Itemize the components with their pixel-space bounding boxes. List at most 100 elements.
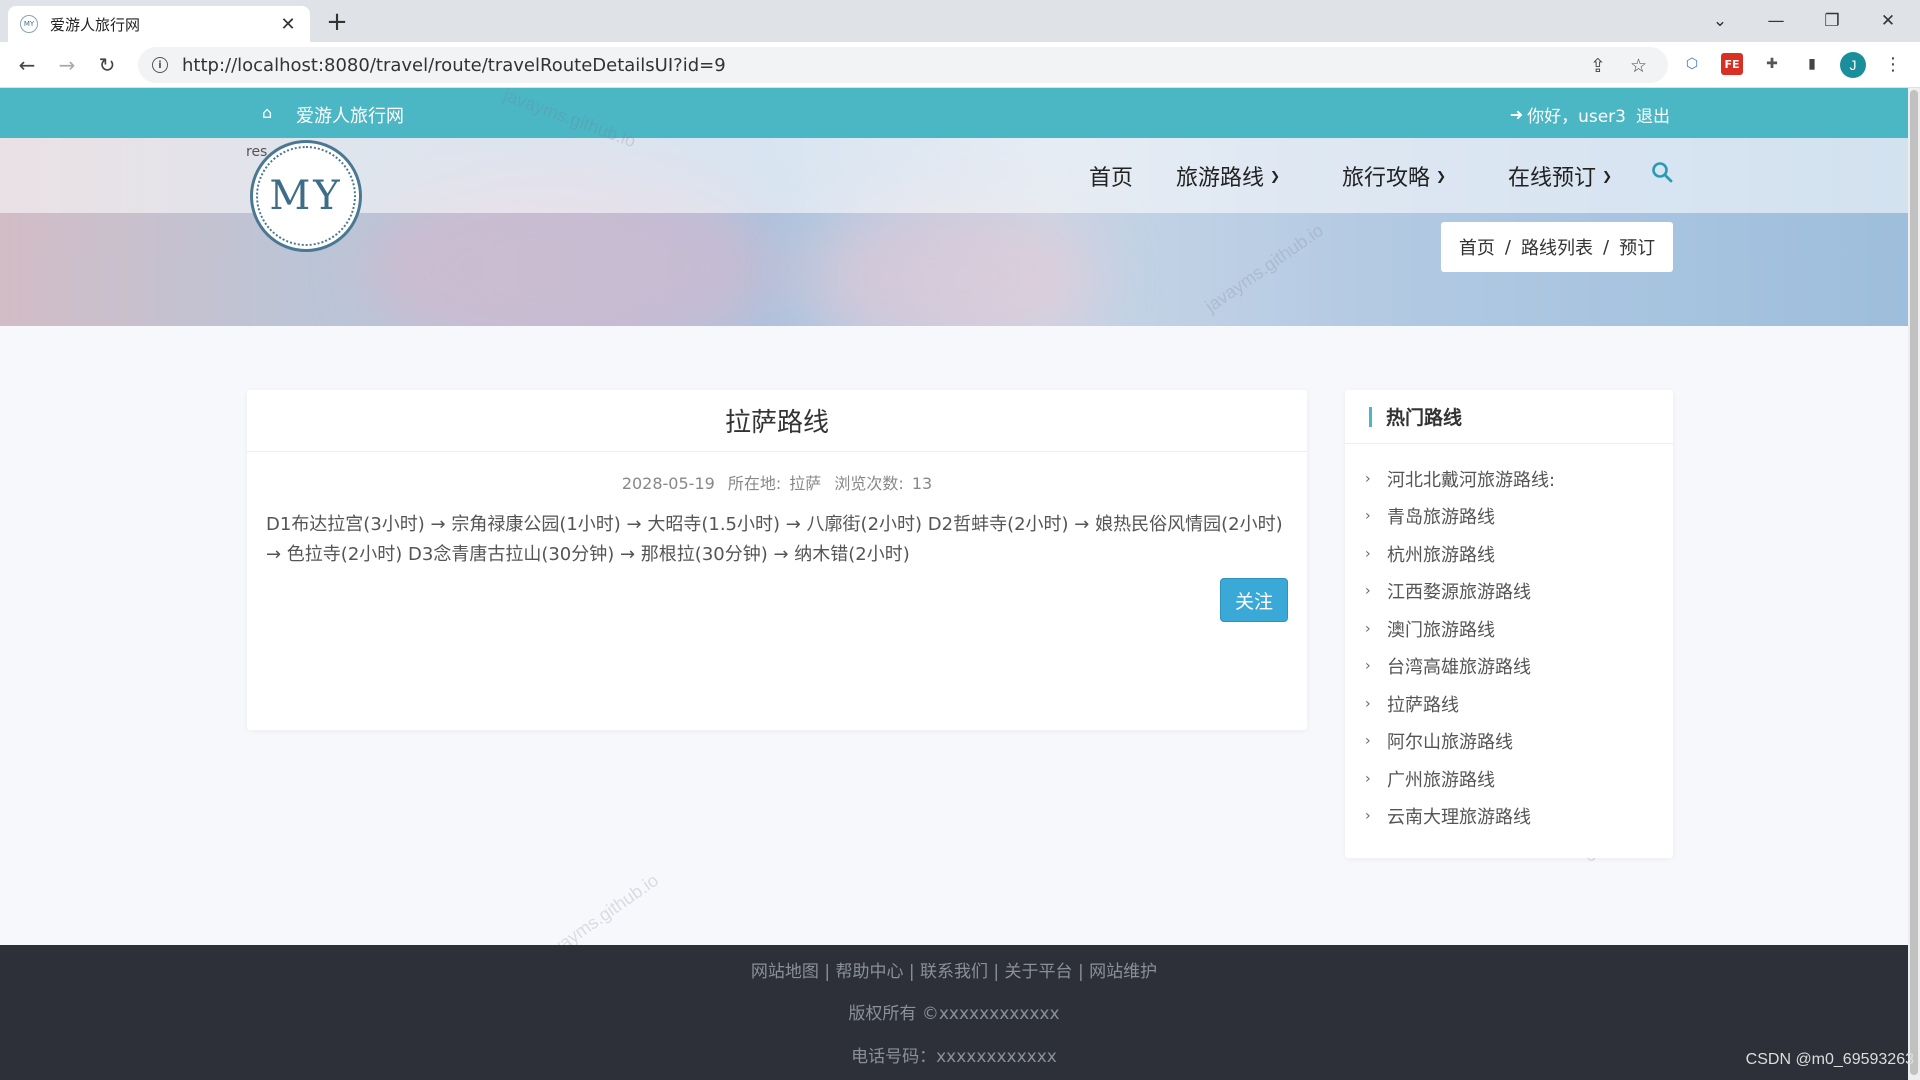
- profile-avatar[interactable]: J: [1840, 52, 1866, 78]
- browser-tabstrip: MY 爱游人旅行网 ✕ + ⌄ — ❐ ✕: [0, 0, 1920, 42]
- logout-link[interactable]: 退出: [1636, 102, 1670, 127]
- route-title: 拉萨路线: [247, 390, 1307, 452]
- hero-blur-shape: [800, 198, 1100, 326]
- footer-phone: 电话号码：xxxxxxxxxxxx: [851, 1047, 1057, 1067]
- route-views: 13: [911, 474, 933, 493]
- bookmark-star-icon[interactable]: ☆: [1630, 55, 1647, 77]
- footer-link-contact[interactable]: 联系我们: [920, 962, 988, 982]
- list-item[interactable]: › 台湾高雄旅游路线: [1345, 648, 1673, 686]
- location-label: 所在地:: [727, 474, 782, 493]
- breadcrumb-route-list[interactable]: 路线列表: [1521, 234, 1593, 260]
- forward-icon[interactable]: →: [52, 50, 82, 80]
- route-content: D1布达拉宫(3小时) → 宗角禄康公园(1小时) → 大昭寺(1.5小时) →…: [266, 514, 1283, 565]
- footer-separator: |: [1077, 962, 1084, 982]
- url-text: http://localhost:8080/travel/route/trave…: [182, 54, 726, 76]
- route-link[interactable]: 阿尔山旅游路线: [1387, 728, 1513, 754]
- minimize-icon[interactable]: —: [1748, 4, 1804, 38]
- nav-label: 旅游路线: [1176, 166, 1265, 191]
- chevron-right-icon: ›: [1365, 770, 1371, 787]
- chevron-right-icon: ›: [1365, 733, 1371, 750]
- tab-search-icon[interactable]: ⌄: [1692, 4, 1748, 38]
- chevron-down-icon: ❯: [1602, 169, 1613, 183]
- list-item[interactable]: › 澳门旅游路线: [1345, 610, 1673, 648]
- list-item[interactable]: › 青岛旅游路线: [1345, 498, 1673, 536]
- site-name-link[interactable]: 爱游人旅行网: [296, 102, 404, 128]
- site-logo[interactable]: MY: [250, 140, 362, 252]
- follow-button[interactable]: 关注: [1220, 578, 1288, 622]
- browser-tab[interactable]: MY 爱游人旅行网 ✕: [8, 6, 310, 42]
- chevron-right-icon: ›: [1365, 545, 1371, 562]
- close-window-icon[interactable]: ✕: [1860, 4, 1916, 38]
- scrollbar-thumb[interactable]: [1910, 90, 1918, 1075]
- home-icon[interactable]: ⌂: [262, 103, 272, 122]
- footer-separator: |: [824, 962, 831, 982]
- site-topbar: ⌂ 爱游人旅行网 ➜ 你好，user3 退出: [0, 88, 1908, 138]
- extensions-puzzle-icon[interactable]: ✚: [1761, 53, 1783, 75]
- chevron-right-icon: ›: [1365, 695, 1371, 712]
- list-item[interactable]: › 江西婺源旅游路线: [1345, 573, 1673, 611]
- chevron-down-icon: ❯: [1436, 169, 1447, 183]
- breadcrumb-home[interactable]: 首页: [1459, 234, 1495, 260]
- route-link[interactable]: 青岛旅游路线: [1387, 503, 1495, 529]
- footer-separator: |: [993, 962, 1000, 982]
- list-item[interactable]: › 云南大理旅游路线: [1345, 798, 1673, 836]
- footer-link-maintenance[interactable]: 网站维护: [1089, 962, 1157, 982]
- hot-routes-header: 热门路线: [1345, 390, 1673, 444]
- route-link[interactable]: 江西婺源旅游路线: [1387, 578, 1531, 604]
- chevron-right-icon: ›: [1365, 470, 1371, 487]
- new-tab-icon[interactable]: +: [322, 8, 352, 38]
- views-label: 浏览次数:: [834, 474, 904, 493]
- list-item[interactable]: › 河北北戴河旅游路线:: [1345, 460, 1673, 498]
- browser-toolbar: ← → ↻ i http://localhost:8080/travel/rou…: [0, 42, 1920, 88]
- chevron-right-icon: ›: [1365, 620, 1371, 637]
- route-link[interactable]: 拉萨路线: [1387, 691, 1459, 717]
- login-icon: ➜: [1509, 105, 1524, 124]
- chevron-right-icon: ›: [1365, 583, 1371, 600]
- side-panel-icon[interactable]: ▮: [1801, 53, 1823, 75]
- route-location: 拉萨: [789, 474, 822, 493]
- favicon-icon: MY: [20, 15, 38, 33]
- extension-hex-icon[interactable]: ⬡: [1681, 53, 1703, 75]
- share-icon[interactable]: ⇪: [1590, 55, 1606, 77]
- list-item[interactable]: › 拉萨路线: [1345, 685, 1673, 723]
- footer-link-about[interactable]: 关于平台: [1005, 962, 1073, 982]
- chevron-right-icon: ›: [1365, 808, 1371, 825]
- nav-label: 在线预订: [1508, 166, 1597, 191]
- browser-menu-icon[interactable]: ⋮: [1882, 53, 1904, 75]
- chevron-right-icon: ›: [1365, 508, 1371, 525]
- nav-item-routes[interactable]: 旅游路线 ❯: [1176, 160, 1280, 192]
- list-item[interactable]: › 杭州旅游路线: [1345, 535, 1673, 573]
- route-link[interactable]: 广州旅游路线: [1387, 766, 1495, 792]
- footer-links: 网站地图 | 帮助中心 | 联系我们 | 关于平台 | 网站维护: [0, 957, 1908, 982]
- list-item[interactable]: › 阿尔山旅游路线: [1345, 723, 1673, 761]
- route-link[interactable]: 杭州旅游路线: [1387, 541, 1495, 567]
- search-icon[interactable]: [1650, 160, 1674, 184]
- reload-icon[interactable]: ↻: [92, 50, 122, 80]
- nav-label: 旅行攻略: [1342, 166, 1431, 191]
- footer-link-help[interactable]: 帮助中心: [835, 962, 903, 982]
- accent-bar: [1369, 406, 1372, 427]
- restore-icon[interactable]: ❐: [1804, 4, 1860, 38]
- back-icon[interactable]: ←: [12, 50, 42, 80]
- footer-link-sitemap[interactable]: 网站地图: [751, 962, 819, 982]
- page-header: res MY 首页 旅游路线 ❯ 旅行攻略 ❯ 在线预订 ❯ 首页 / 路线列表…: [0, 138, 1908, 326]
- route-link[interactable]: 河北北戴河旅游路线:: [1387, 466, 1555, 492]
- route-link[interactable]: 云南大理旅游路线: [1387, 803, 1531, 829]
- route-link[interactable]: 澳门旅游路线: [1387, 616, 1495, 642]
- route-link[interactable]: 台湾高雄旅游路线: [1387, 653, 1531, 679]
- breadcrumb-separator: /: [1504, 236, 1511, 258]
- extension-fe-icon[interactable]: FE: [1721, 53, 1743, 75]
- footer-copyright: 版权所有 ©xxxxxxxxxxxx: [848, 1004, 1060, 1024]
- address-bar[interactable]: i http://localhost:8080/travel/route/tra…: [138, 47, 1668, 83]
- close-tab-icon[interactable]: ✕: [278, 14, 298, 35]
- nav-label: 首页: [1089, 166, 1134, 191]
- list-item[interactable]: › 广州旅游路线: [1345, 760, 1673, 798]
- page-scrollbar[interactable]: [1908, 88, 1920, 1080]
- breadcrumb-current: 预订: [1619, 238, 1656, 259]
- site-info-icon[interactable]: i: [152, 57, 168, 73]
- breadcrumb-separator: /: [1603, 236, 1610, 258]
- nav-item-home[interactable]: 首页: [1089, 160, 1133, 192]
- nav-item-booking[interactable]: 在线预订 ❯: [1508, 160, 1612, 192]
- hot-routes-panel: 热门路线 › 河北北戴河旅游路线: › 青岛旅游路线 › 杭州旅游路线 › 江西婺源旅游…: [1345, 390, 1673, 858]
- nav-item-guides[interactable]: 旅行攻略 ❯: [1342, 160, 1446, 192]
